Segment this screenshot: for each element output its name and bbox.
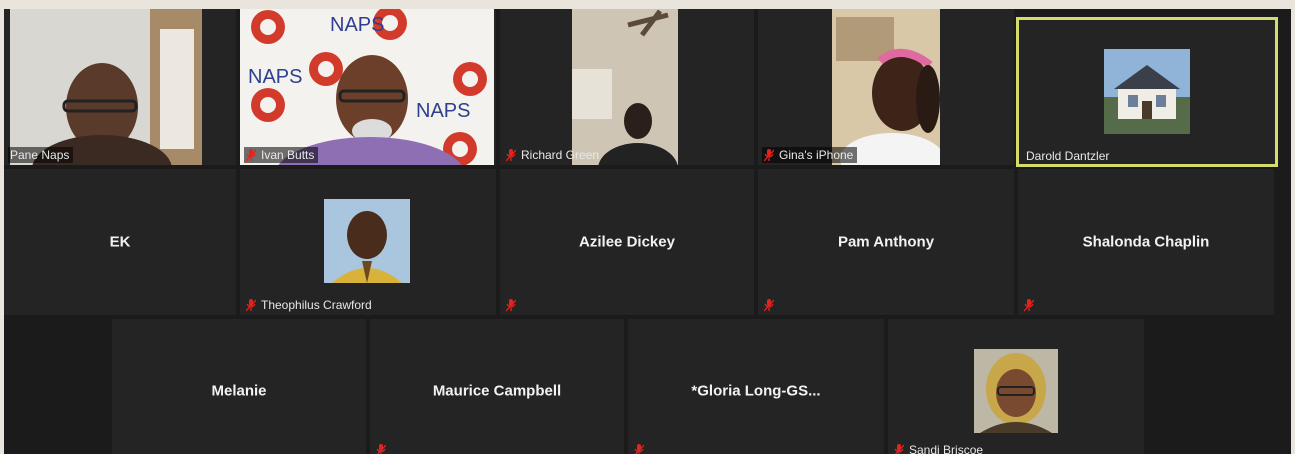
participant-name-display: Azilee Dickey <box>579 233 675 251</box>
profile-picture <box>324 199 410 283</box>
muted-microphone-icon <box>764 298 774 312</box>
participant-name-display: EK <box>109 233 131 251</box>
participant-tile[interactable]: Gina's iPhone <box>758 9 1014 165</box>
muted-microphone-icon <box>246 148 256 162</box>
participant-name-tag <box>504 297 520 313</box>
participant-name-tag: Pane Naps <box>8 147 74 163</box>
participant-video <box>10 9 202 165</box>
participant-name-tag <box>762 297 778 313</box>
participant-tile[interactable]: Pane Naps <box>4 9 236 165</box>
active-speaker-tile[interactable]: Darold Dantzler <box>1016 17 1278 167</box>
gallery-view: Pane Naps NAPS NAPS NAPS Ivan Butts Rich… <box>4 9 1291 454</box>
participant-name-display: *Gloria Long-GS... <box>691 382 821 400</box>
muted-microphone-icon <box>376 443 386 454</box>
participant-tile[interactable]: EK <box>4 169 236 315</box>
profile-picture <box>1104 49 1190 134</box>
participant-name-tag: Richard Green <box>504 147 603 163</box>
participant-tile[interactable]: Sandi Briscoe <box>888 319 1144 454</box>
muted-microphone-icon <box>1024 298 1034 312</box>
participant-video <box>572 9 678 165</box>
participant-name-tag: Ivan Butts <box>244 147 319 163</box>
participant-tile[interactable]: *Gloria Long-GS... <box>628 319 884 454</box>
muted-microphone-icon <box>634 443 644 454</box>
participant-name-tag <box>632 442 648 454</box>
naps-logo-text: NAPS <box>330 14 384 36</box>
participant-name-tag <box>1022 297 1038 313</box>
muted-microphone-icon <box>246 298 256 312</box>
participant-tile[interactable]: NAPS NAPS NAPS Ivan Butts <box>240 9 496 165</box>
muted-microphone-icon <box>764 148 774 162</box>
participant-tile[interactable]: Maurice Campbell <box>370 319 624 454</box>
participant-video <box>832 9 940 165</box>
participant-name-display: Melanie <box>211 382 267 400</box>
profile-picture <box>974 349 1058 433</box>
participant-name-tag: Gina's iPhone <box>762 147 858 163</box>
participant-tile[interactable]: Theophilus Crawford <box>240 169 496 315</box>
naps-logo-text: NAPS <box>248 66 302 88</box>
participant-name-display: Pam Anthony <box>837 233 935 251</box>
muted-microphone-icon <box>506 148 516 162</box>
participant-name-tag: Theophilus Crawford <box>244 297 376 313</box>
muted-microphone-icon <box>894 443 904 454</box>
participant-tile[interactable]: Richard Green <box>500 9 754 165</box>
naps-logo-text: NAPS <box>416 100 470 122</box>
participant-tile[interactable]: Pam Anthony <box>758 169 1014 315</box>
muted-microphone-icon <box>506 298 516 312</box>
participant-tile[interactable]: Melanie <box>112 319 366 454</box>
participant-name-tag <box>374 442 390 454</box>
participant-name-display: Maurice Campbell <box>432 382 562 400</box>
participant-name-tag: Darold Dantzler <box>1026 149 1110 163</box>
participant-video: NAPS NAPS NAPS <box>240 9 494 165</box>
participant-name-display: Shalonda Chaplin <box>1082 233 1210 251</box>
participant-tile[interactable]: Shalonda Chaplin <box>1018 169 1274 315</box>
participant-name-tag: Sandi Briscoe <box>892 442 987 454</box>
participant-tile[interactable]: Azilee Dickey <box>500 169 754 315</box>
